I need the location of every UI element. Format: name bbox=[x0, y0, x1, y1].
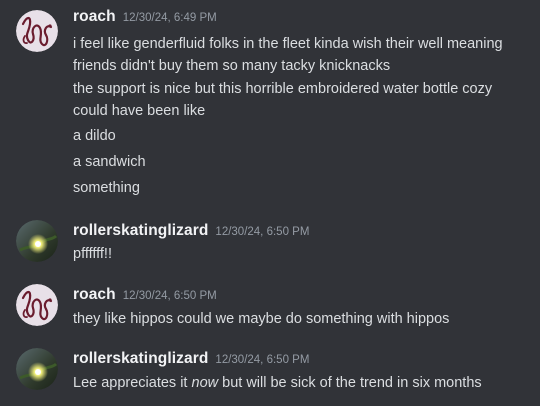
message-header: rollerskatinglizard 12/30/24, 6:50 PM bbox=[73, 222, 309, 242]
message-text: pffffff!! bbox=[73, 246, 112, 262]
message-text: i feel like genderfluid folks in the fle… bbox=[73, 36, 503, 52]
message-text: a dildo bbox=[73, 128, 116, 144]
message-header: roach 12/30/24, 6:50 PM bbox=[73, 286, 217, 306]
timestamp: 12/30/24, 6:50 PM bbox=[215, 354, 310, 366]
username[interactable]: rollerskatinglizard bbox=[73, 222, 208, 240]
username[interactable]: rollerskatinglizard bbox=[73, 350, 208, 368]
message-text: friends didn't buy them so many tacky kn… bbox=[73, 58, 391, 74]
timestamp: 12/30/24, 6:50 PM bbox=[122, 290, 217, 302]
username[interactable]: roach bbox=[73, 286, 116, 304]
glowing-lizard-avatar-icon[interactable] bbox=[16, 348, 58, 390]
message-text: the support is nice but this horrible em… bbox=[73, 81, 493, 97]
message-text: could have been like bbox=[73, 103, 206, 119]
snake-doodle-avatar-icon[interactable] bbox=[16, 10, 58, 52]
text-run: Lee appreciates it bbox=[73, 375, 192, 391]
text-run: but will be sick of the trend in six mon… bbox=[218, 375, 482, 391]
message-header: roach 12/30/24, 6:49 PM bbox=[73, 8, 217, 28]
timestamp: 12/30/24, 6:50 PM bbox=[215, 226, 310, 238]
message-text: a sandwich bbox=[73, 154, 146, 170]
snake-doodle-avatar-icon[interactable] bbox=[16, 284, 58, 326]
username[interactable]: roach bbox=[73, 8, 116, 26]
message-text: Lee appreciates it now but will be sick … bbox=[73, 372, 533, 394]
message-text: they like hippos could we maybe do somet… bbox=[73, 311, 450, 327]
emphasis-text: now bbox=[191, 375, 219, 391]
glowing-lizard-avatar-icon[interactable] bbox=[16, 220, 58, 262]
message-header: rollerskatinglizard 12/30/24, 6:50 PM bbox=[73, 350, 309, 370]
message-text: something bbox=[73, 180, 140, 196]
timestamp: 12/30/24, 6:49 PM bbox=[122, 12, 217, 24]
